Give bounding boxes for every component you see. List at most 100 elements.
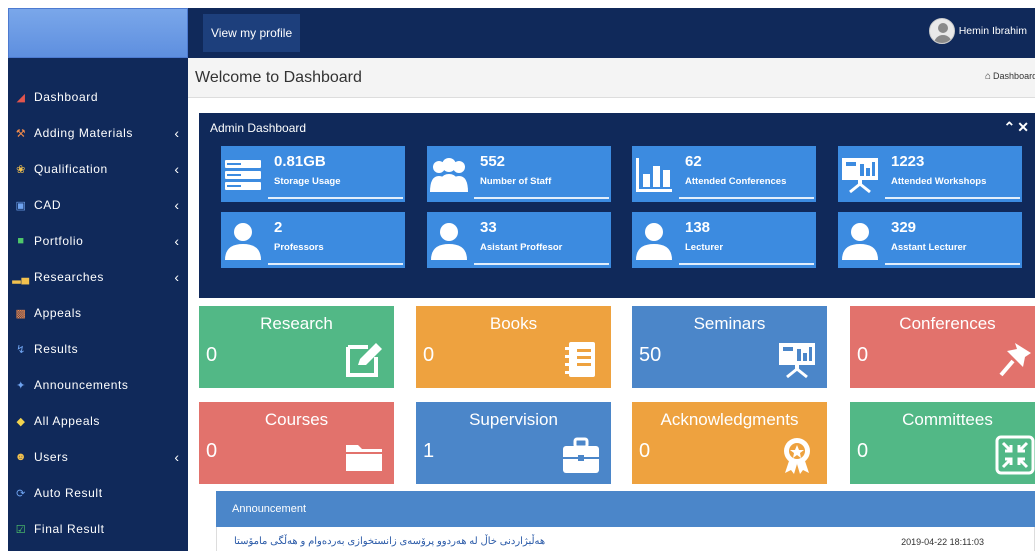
bolt-icon: ↯ <box>16 343 26 356</box>
user-name[interactable]: Hemin Ibrahim <box>959 25 1027 37</box>
refresh-icon: ⟳ <box>16 487 26 500</box>
sidebar-item-researches[interactable]: ▂▄ Researches ‹ <box>8 262 188 292</box>
tile-books[interactable]: Books 0 <box>416 306 611 388</box>
stat-card-professors[interactable]: 2 Professors <box>221 212 405 268</box>
bar-chart-icon: ▂▄ <box>12 271 30 284</box>
stat-card-staff[interactable]: 552 Number of Staff <box>427 146 611 202</box>
tile-research[interactable]: Research 0 <box>199 306 394 388</box>
presentation-icon <box>779 343 815 379</box>
announcement-date: 2019-04-22 18:11:03 <box>901 537 984 547</box>
announcement-panel: Announcement هەڵبژاردنی خاڵ لە هەردوو پر… <box>216 491 1035 551</box>
close-icon[interactable]: ✕ <box>1017 119 1031 135</box>
stat-card-lecturer[interactable]: 138 Lecturer <box>632 212 816 268</box>
sidebar-item-adding-materials[interactable]: ⚒ Adding Materials ‹ <box>8 118 188 148</box>
edit-icon <box>346 343 382 377</box>
tile-conferences[interactable]: Conferences 0 <box>850 306 1035 388</box>
stat-value: 62 <box>685 153 702 170</box>
breadcrumb[interactable]: ⌂ Dashboard <box>985 71 1035 82</box>
view-profile-button[interactable]: View my profile <box>203 14 301 52</box>
tile-title: Acknowledgments <box>660 410 799 429</box>
tile-value: 0 <box>423 344 435 366</box>
star-icon: ✦ <box>16 379 26 392</box>
server-icon <box>225 160 261 190</box>
user-icon <box>431 223 467 260</box>
tile-supervision[interactable]: Supervision 1 <box>416 402 611 484</box>
tile-title: Books <box>489 314 538 333</box>
tile-value: 50 <box>639 344 662 366</box>
list-item[interactable]: هەڵبژاردنی خاڵ لە هەردوو پرۆسەی زانستخوا… <box>216 527 1035 551</box>
announcement-text[interactable]: هەڵبژاردنی خاڵ لە هەردوو پرۆسەی زانستخوا… <box>234 536 545 547</box>
sidebar-item-label: Auto Result <box>34 486 103 500</box>
sidebar-item-label: CAD <box>34 198 62 212</box>
sidebar-item-qualification[interactable]: ❀ Qualification ‹ <box>8 154 188 184</box>
sidebar-item-portfolio[interactable]: ■ Portfolio ‹ <box>8 226 188 256</box>
stat-value: 0.81GB <box>274 153 326 170</box>
sidebar-item-dashboard[interactable]: ◢ Dashboard <box>8 82 188 112</box>
sidebar-item-results[interactable]: ↯ Results <box>8 334 188 364</box>
admin-panel-title: Admin Dashboard <box>210 121 307 135</box>
sidebar-item-users[interactable]: ☻ Users ‹ <box>8 442 188 472</box>
avatar[interactable] <box>928 18 955 44</box>
admin-dashboard-panel: Admin Dashboard ⌃✕ 0.81GB Storage Usage … <box>199 113 1035 298</box>
tile-seminars[interactable]: Seminars 50 <box>632 306 827 388</box>
stat-label: Storage Usage <box>274 176 341 187</box>
chevron-left-icon[interactable]: ‹ <box>166 161 188 177</box>
top-navbar: View my profile Hemin Ibrahim <box>188 8 1035 58</box>
sidebar-item-label: Final Result <box>34 522 105 536</box>
sidebar-item-announcements[interactable]: ✦ Announcements <box>8 370 188 400</box>
sidebar-item-label: Dashboard <box>34 90 99 104</box>
breadcrumb-label[interactable]: Dashboard <box>993 71 1035 81</box>
chevron-left-icon[interactable]: ‹ <box>166 449 188 465</box>
stat-value: 552 <box>480 153 506 170</box>
stat-card-assistant-professor[interactable]: 33 Asistant Proffesor <box>427 212 611 268</box>
tile-value: 0 <box>206 344 218 366</box>
sidebar-item-label: Users <box>34 450 69 464</box>
bar-chart-icon <box>636 158 672 192</box>
content-header: Welcome to Dashboard ⌂ Dashboard <box>188 58 1035 98</box>
stat-label: Asstant Lecturer <box>891 242 967 253</box>
panel-tools: ⌃✕ <box>1004 119 1031 136</box>
tile-value: 1 <box>423 440 435 462</box>
monitor-icon: ▣ <box>15 199 27 212</box>
user-icon <box>225 223 261 260</box>
chevron-left-icon[interactable]: ‹ <box>166 233 188 249</box>
tile-value: 0 <box>206 440 218 462</box>
sidebar-item-label: Adding Materials <box>34 126 133 140</box>
tile-acknowledgments[interactable]: Acknowledgments 0 <box>632 402 827 484</box>
stat-card-assistant-lecturer[interactable]: 329 Asstant Lecturer <box>838 212 1022 268</box>
sidebar-item-final-result[interactable]: ☑ Final Result <box>8 514 188 544</box>
notebook-icon <box>565 342 595 377</box>
award-icon: ❀ <box>16 163 26 176</box>
logo[interactable] <box>8 8 188 58</box>
sidebar-item-auto-result[interactable]: ⟳ Auto Result <box>8 478 188 508</box>
stat-underline <box>679 197 814 199</box>
collapse-icon[interactable]: ⌃ <box>1004 119 1018 135</box>
stat-card-workshops[interactable]: 1223 Attended Workshops <box>838 146 1022 202</box>
sidebar-item-appeals[interactable]: ▩ Appeals <box>8 298 188 328</box>
user-icon <box>842 223 878 260</box>
sidebar-item-cad[interactable]: ▣ CAD ‹ <box>8 190 188 220</box>
stat-label: Asistant Proffesor <box>480 242 563 253</box>
medal-icon <box>784 438 810 474</box>
stat-card-storage[interactable]: 0.81GB Storage Usage <box>221 146 405 202</box>
page-title: Welcome to Dashboard <box>195 69 362 86</box>
user-menu[interactable]: Hemin Ibrahim <box>928 18 1027 44</box>
stat-label: Attended Conferences <box>685 176 787 187</box>
users-icon: ☻ <box>14 451 28 463</box>
stat-underline <box>474 263 609 265</box>
tile-courses[interactable]: Courses 0 <box>199 402 394 484</box>
stat-underline <box>679 263 814 265</box>
sidebar-item-label: Researches <box>34 270 105 284</box>
stat-value: 329 <box>891 219 917 236</box>
chevron-left-icon[interactable]: ‹ <box>166 269 188 285</box>
stat-card-conferences[interactable]: 62 Attended Conferences <box>632 146 816 202</box>
sidebar-item-label: Announcements <box>34 378 129 392</box>
tile-title: Supervision <box>469 410 558 429</box>
chevron-left-icon[interactable]: ‹ <box>166 197 188 213</box>
tag-icon: ◆ <box>16 415 26 428</box>
sidebar-item-all-appeals[interactable]: ◆ All Appeals <box>8 406 188 436</box>
tile-committees[interactable]: Committees 0 <box>850 402 1035 484</box>
sidebar: ◢ Dashboard ⚒ Adding Materials ‹ ❀ Quali… <box>8 8 188 551</box>
chevron-left-icon[interactable]: ‹ <box>166 125 188 141</box>
stat-underline <box>268 197 403 199</box>
